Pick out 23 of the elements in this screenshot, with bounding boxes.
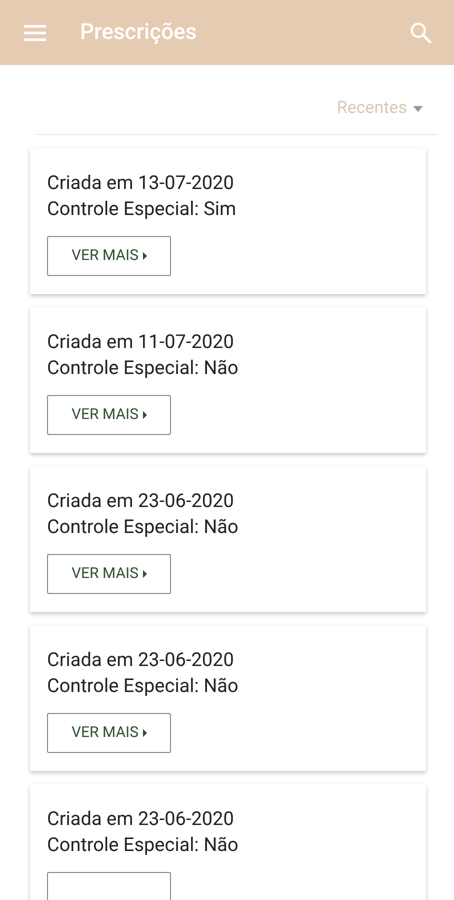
special-control: Controle Especial: Não <box>47 672 409 698</box>
special-control: Controle Especial: Não <box>47 514 409 540</box>
search-icon[interactable] <box>408 20 434 46</box>
menu-icon[interactable] <box>22 22 48 42</box>
created-date: Criada em 23-06-2020 <box>47 806 235 832</box>
created-date: Criada em 11-07-2020 <box>47 328 235 354</box>
caret-icon <box>413 106 423 112</box>
caret-icon <box>142 410 147 418</box>
see-more-button[interactable]: VER MAIS <box>47 236 171 276</box>
created-date: Criada em 13-07-2020 <box>47 170 235 196</box>
app-title: Prescrições <box>80 19 198 47</box>
created-date: Criada em 23-06-2020 <box>47 488 235 514</box>
caret-icon <box>142 570 147 578</box>
see-more-button[interactable]: VER MAIS <box>47 554 171 594</box>
special-control: Controle Especial: Sim <box>47 196 409 222</box>
caret-icon <box>142 252 147 260</box>
created-date: Criada em 23-06-2020 <box>47 646 235 672</box>
special-control: Controle Especial: Não <box>47 354 409 380</box>
special-control: Controle Especial: Não <box>47 832 409 858</box>
see-more-button[interactable] <box>47 872 171 900</box>
see-more-button[interactable]: VER MAIS <box>47 712 171 752</box>
see-more-button[interactable]: VER MAIS <box>47 394 171 434</box>
caret-icon <box>142 728 147 736</box>
